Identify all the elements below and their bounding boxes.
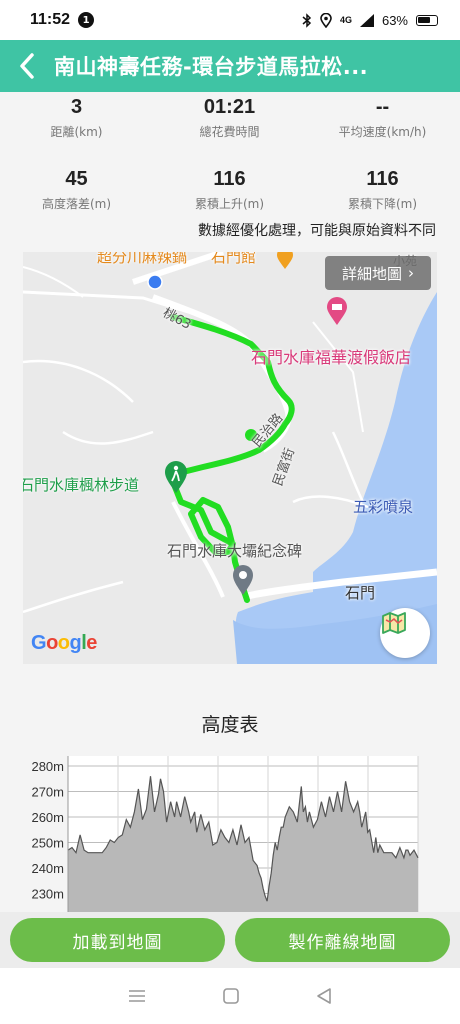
restaurant-icon bbox=[277, 252, 293, 269]
chart-y-tick-label: 270m bbox=[31, 785, 64, 800]
road bbox=[23, 359, 134, 403]
stat-value: 116 bbox=[366, 168, 399, 190]
stat-avg-speed: -- 平均速度(km/h) bbox=[306, 96, 459, 164]
page-title: 南山神壽任務-環台步道馬拉松... bbox=[54, 55, 369, 79]
elevation-chart-svg: 280m 270m 260m 250m 240m 230m bbox=[31, 756, 419, 912]
map-label-fountain: 五彩噴泉 bbox=[353, 498, 414, 516]
map-fold-icon bbox=[382, 612, 406, 634]
google-logo-letter: o bbox=[57, 632, 70, 654]
chart-y-tick-label: 280m bbox=[31, 759, 64, 774]
road bbox=[312, 321, 364, 433]
stat-total-time: 01:21 總花費時間 bbox=[153, 96, 306, 164]
google-logo-letter: o bbox=[46, 632, 58, 654]
map-label-maple-trail: 石門水庫楓林步道 bbox=[23, 476, 140, 494]
signal-icon bbox=[359, 13, 374, 27]
chart-y-tick-label: 250m bbox=[31, 836, 64, 851]
create-offline-map-button[interactable]: 製作離線地圖 bbox=[235, 918, 450, 962]
elevation-chart: 280m 270m 260m 250m 240m 230m bbox=[0, 752, 460, 912]
map-layer-button[interactable] bbox=[380, 608, 430, 658]
battery-percent: 63% bbox=[381, 12, 408, 28]
home-icon[interactable] bbox=[222, 987, 240, 1005]
chevron-right-icon: › bbox=[408, 264, 414, 282]
stat-value: 3 bbox=[70, 96, 83, 118]
map-label-restaurant: 超分川麻辣鍋 bbox=[97, 252, 188, 266]
back-button[interactable] bbox=[0, 40, 54, 92]
bottom-actions: 加載到地圖 製作離線地圖 bbox=[0, 912, 460, 968]
stats-row-1: 3 距離(km) 01:21 總花費時間 -- 平均速度(km/h) bbox=[0, 92, 460, 164]
location-icon bbox=[320, 12, 332, 28]
road bbox=[62, 430, 154, 445]
system-nav-bar bbox=[0, 968, 460, 1024]
stat-value: 01:21 bbox=[203, 96, 256, 118]
data-disclaimer: 數據經優化處理，可能與原始資料不同 bbox=[198, 223, 436, 239]
chart-y-tick-label: 240m bbox=[31, 861, 64, 876]
hotel-icon bbox=[327, 297, 347, 325]
stat-value: -- bbox=[375, 96, 390, 118]
stat-label: 總花費時間 bbox=[199, 125, 260, 139]
chart-y-tick-label: 260m bbox=[31, 810, 64, 825]
map-label-dam-monument: 石門水庫大壩紀念碑 bbox=[167, 542, 303, 560]
map-label-shimen: 石門 bbox=[345, 584, 376, 602]
network-label: 4G bbox=[339, 15, 352, 25]
monument-icon bbox=[233, 565, 253, 595]
stat-value: 45 bbox=[65, 168, 88, 190]
google-logo-letter: g bbox=[69, 632, 82, 654]
map-label-shimen-hall: 石門館 bbox=[211, 252, 257, 266]
bluetooth-icon bbox=[302, 12, 312, 28]
stats-panel: 3 距離(km) 01:21 總花費時間 -- 平均速度(km/h) 45 高度… bbox=[0, 92, 460, 236]
google-logo-letter: e bbox=[86, 632, 97, 654]
app-bar: 南山神壽任務-環台步道馬拉松... bbox=[0, 40, 460, 92]
load-to-map-button[interactable]: 加載到地圖 bbox=[10, 918, 225, 962]
detail-map-label: 詳細地圖 bbox=[341, 264, 402, 283]
notification-badge: 1 bbox=[78, 12, 95, 28]
stat-distance: 3 距離(km) bbox=[0, 96, 153, 164]
status-icons: 4G 63% bbox=[302, 12, 438, 28]
road bbox=[23, 580, 124, 614]
chevron-left-icon bbox=[20, 53, 34, 79]
stat-label: 累積上升(m) bbox=[194, 197, 265, 211]
stat-value: 116 bbox=[213, 168, 246, 190]
current-location-icon bbox=[147, 274, 163, 290]
status-bar: 11:52 1 4G 63% bbox=[0, 0, 460, 40]
chart-y-tick-label: 230m bbox=[31, 887, 64, 902]
stat-elevation-diff: 45 高度落差(m) bbox=[0, 168, 153, 236]
back-icon[interactable] bbox=[315, 987, 333, 1005]
google-logo: Google bbox=[31, 632, 97, 655]
hiking-trail-icon bbox=[165, 461, 187, 493]
stat-label: 距離(km) bbox=[50, 125, 103, 139]
stat-label: 高度落差(m) bbox=[41, 197, 112, 211]
route-map[interactable]: 超分川麻辣鍋 石門館 桃63 石門水庫福華渡假飯店 民治路 民富街 石門水庫楓林… bbox=[23, 252, 437, 664]
map-label-hotel: 石門水庫福華渡假飯店 bbox=[251, 348, 412, 367]
stat-label: 平均速度(km/h) bbox=[338, 125, 427, 139]
detail-map-button[interactable]: 詳細地圖 › bbox=[325, 256, 431, 290]
clock: 11:52 bbox=[30, 11, 71, 28]
road bbox=[331, 431, 365, 503]
stat-label: 累積下降(m) bbox=[347, 197, 418, 211]
elevation-chart-title: 高度表 bbox=[201, 714, 259, 736]
google-logo-letter: G bbox=[31, 632, 47, 654]
battery-icon bbox=[416, 14, 438, 26]
menu-icon[interactable] bbox=[127, 988, 147, 1004]
